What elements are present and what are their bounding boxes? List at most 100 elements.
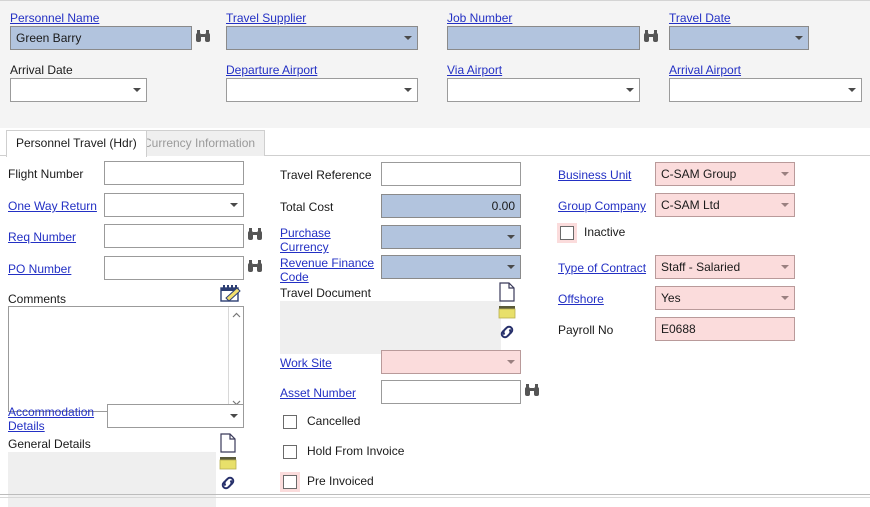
business-unit-label[interactable]: Business Unit xyxy=(558,168,631,182)
travel-document-box[interactable] xyxy=(280,301,501,354)
offshore-label[interactable]: Offshore xyxy=(558,292,604,306)
via-airport-label[interactable]: Via Airport xyxy=(447,63,502,77)
chevron-down-icon xyxy=(795,36,803,40)
job-number-label[interactable]: Job Number xyxy=(447,11,512,25)
accommodation-details-label[interactable]: Accommodation Details xyxy=(8,405,106,433)
work-site-combo[interactable] xyxy=(381,350,521,374)
scroll-up-icon[interactable] xyxy=(232,312,241,319)
offshore-value: Yes xyxy=(661,287,776,309)
revenue-finance-code-combo[interactable] xyxy=(381,255,521,279)
link-icon[interactable] xyxy=(219,474,237,492)
binoculars-icon[interactable] xyxy=(524,382,540,398)
total-cost-label: Total Cost xyxy=(280,200,333,214)
business-unit-combo[interactable]: C-SAM Group xyxy=(655,162,795,186)
one-way-return-combo[interactable] xyxy=(104,193,244,217)
travel-reference-input[interactable] xyxy=(381,162,521,186)
cancelled-label: Cancelled xyxy=(307,414,360,428)
chevron-down-icon xyxy=(404,88,412,92)
chevron-down-icon xyxy=(781,172,789,176)
inactive-label: Inactive xyxy=(584,225,625,239)
asset-number-input[interactable] xyxy=(381,380,521,404)
cancelled-checkbox-box[interactable] xyxy=(283,415,297,429)
tab-stub xyxy=(225,1,309,3)
chevron-down-icon xyxy=(781,203,789,207)
po-number-input[interactable] xyxy=(104,256,244,280)
general-details-box[interactable] xyxy=(8,452,216,507)
type-of-contract-label[interactable]: Type of Contract xyxy=(558,261,646,275)
personnel-name-input[interactable] xyxy=(10,26,192,50)
purchase-currency-combo[interactable] xyxy=(381,225,521,249)
travel-form-window: Personnel Name Travel Supplier Job Numbe… xyxy=(0,0,870,507)
travel-supplier-combo[interactable] xyxy=(226,26,418,50)
departure-airport-combo[interactable] xyxy=(226,78,418,102)
type-of-contract-value: Staff - Salaried xyxy=(661,256,776,278)
revenue-finance-code-label[interactable]: Revenue Finance Code xyxy=(280,256,380,284)
chevron-down-icon xyxy=(230,414,238,418)
travel-document-label: Travel Document xyxy=(280,286,371,300)
chevron-down-icon xyxy=(230,203,238,207)
arrival-airport-label[interactable]: Arrival Airport xyxy=(669,63,741,77)
binoculars-icon[interactable] xyxy=(195,28,211,44)
chevron-down-icon xyxy=(507,265,515,269)
link-icon[interactable] xyxy=(498,323,516,341)
arrival-airport-combo[interactable] xyxy=(669,78,862,102)
hold-from-invoice-checkbox-box[interactable] xyxy=(283,445,297,459)
footer-separator xyxy=(0,494,870,495)
travel-date-label[interactable]: Travel Date xyxy=(669,11,731,25)
po-number-label[interactable]: PO Number xyxy=(8,262,71,276)
chevron-down-icon xyxy=(507,360,515,364)
tab-personnel-travel-hdr[interactable]: Personnel Travel (Hdr) xyxy=(6,130,147,157)
header-panel: Personnel Name Travel Supplier Job Numbe… xyxy=(0,0,870,128)
arrival-date-label: Arrival Date xyxy=(10,63,73,77)
payroll-no-label: Payroll No xyxy=(558,323,613,337)
work-site-label[interactable]: Work Site xyxy=(280,356,332,370)
personnel-name-label[interactable]: Personnel Name xyxy=(10,11,99,25)
chevron-down-icon xyxy=(133,88,141,92)
travel-document-icon-stack xyxy=(498,282,520,344)
one-way-return-label[interactable]: One Way Return xyxy=(8,199,97,213)
folder-icon[interactable] xyxy=(498,304,516,320)
chevron-down-icon xyxy=(626,88,634,92)
purchase-currency-label[interactable]: Purchase Currency xyxy=(280,226,376,254)
business-unit-value: C-SAM Group xyxy=(661,163,776,185)
footer-separator-secondary xyxy=(0,497,870,498)
type-of-contract-combo[interactable]: Staff - Salaried xyxy=(655,255,795,279)
tab-bar: Personnel Travel (Hdr) Currency Informat… xyxy=(0,130,870,156)
payroll-no-input[interactable] xyxy=(655,317,795,341)
travel-supplier-label[interactable]: Travel Supplier xyxy=(226,11,306,25)
binoculars-icon[interactable] xyxy=(247,226,263,242)
chevron-down-icon xyxy=(404,36,412,40)
chevron-down-icon xyxy=(781,265,789,269)
flight-number-input[interactable] xyxy=(104,161,244,185)
accommodation-details-combo[interactable] xyxy=(107,404,244,428)
departure-airport-label[interactable]: Departure Airport xyxy=(226,63,317,77)
hold-from-invoice-label: Hold From Invoice xyxy=(307,444,404,458)
document-icon[interactable] xyxy=(498,282,516,302)
total-cost-input xyxy=(381,194,521,218)
pre-invoiced-checkbox-box[interactable] xyxy=(283,475,297,489)
general-details-label: General Details xyxy=(8,437,91,451)
asset-number-label[interactable]: Asset Number xyxy=(280,386,356,400)
general-details-icon-stack xyxy=(219,433,241,495)
group-company-combo[interactable]: C-SAM Ltd xyxy=(655,193,795,217)
chevron-down-icon xyxy=(507,235,515,239)
binoculars-icon[interactable] xyxy=(247,258,263,274)
offshore-combo[interactable]: Yes xyxy=(655,286,795,310)
document-icon[interactable] xyxy=(219,433,237,453)
req-number-input[interactable] xyxy=(104,224,244,248)
job-number-input[interactable] xyxy=(447,26,640,50)
folder-icon[interactable] xyxy=(219,455,237,471)
comments-scrollbar[interactable] xyxy=(228,307,243,411)
inactive-checkbox-box[interactable] xyxy=(560,226,574,240)
group-company-label[interactable]: Group Company xyxy=(558,199,646,213)
binoculars-icon[interactable] xyxy=(643,28,659,44)
arrival-date-combo[interactable] xyxy=(10,78,147,102)
group-company-value: C-SAM Ltd xyxy=(661,194,776,216)
req-number-label[interactable]: Req Number xyxy=(8,230,76,244)
travel-reference-label: Travel Reference xyxy=(280,168,372,182)
comments-textarea[interactable] xyxy=(8,306,244,412)
notepad-edit-icon[interactable] xyxy=(219,285,241,303)
travel-date-combo[interactable] xyxy=(669,26,809,50)
tab-currency-information[interactable]: Currency Information xyxy=(133,130,265,156)
via-airport-combo[interactable] xyxy=(447,78,640,102)
